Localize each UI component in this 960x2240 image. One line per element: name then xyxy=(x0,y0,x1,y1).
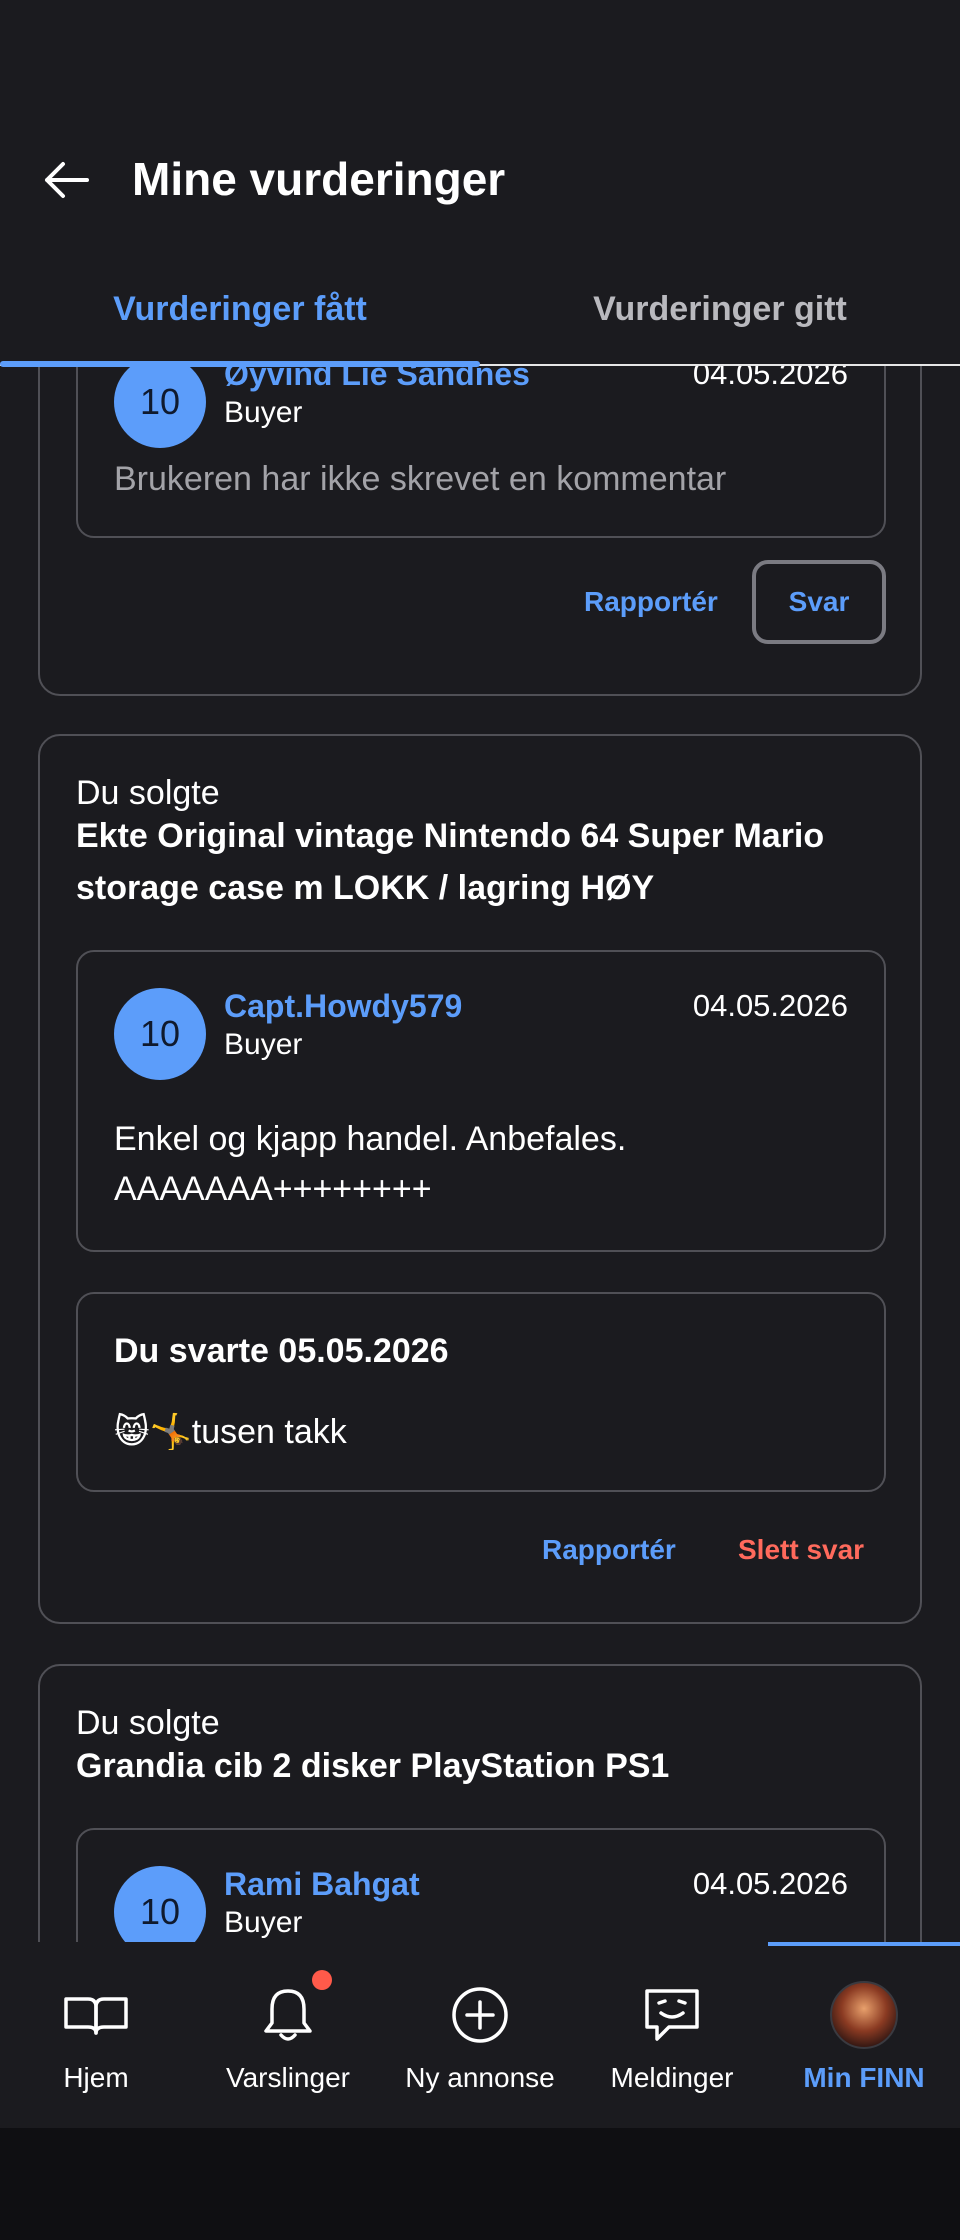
nav-label: Ny annonse xyxy=(405,2062,555,2093)
score-badge: 10 xyxy=(114,366,206,448)
reviewer-name[interactable]: Rami Bahgat xyxy=(224,1866,420,1903)
item-title[interactable]: Ekte Original vintage Nintendo 64 Super … xyxy=(76,810,886,914)
review-comment-line-2: AAAAAAA++++++++ xyxy=(114,1170,432,1208)
delete-reply-button[interactable]: Slett svar xyxy=(738,1534,864,1566)
nav-label: Hjem xyxy=(63,2062,129,2093)
review-card: 10 Øyvind Lie Sandnes Buyer 04.05.2026 B… xyxy=(38,366,922,696)
review-date: 04.05.2026 xyxy=(692,366,848,391)
nav-item-notifications[interactable]: Varslinger xyxy=(192,1942,384,2128)
tab-ratings-given[interactable]: Vurderinger gitt xyxy=(480,290,960,329)
chat-smile-icon xyxy=(637,1980,707,2050)
review-comment: Brukeren har ikke skrevet en kommentar xyxy=(114,460,727,498)
system-navigation-bar xyxy=(0,2128,960,2240)
plus-circle-icon xyxy=(445,1980,515,2050)
review-box: 10 Øyvind Lie Sandnes Buyer 04.05.2026 B… xyxy=(76,366,886,538)
reply-box: Du svarte 05.05.2026 😸🤸tusen takk xyxy=(76,1292,886,1492)
review-box: 10 Capt.Howdy579 Buyer 04.05.2026 Enkel … xyxy=(76,950,886,1252)
avatar xyxy=(830,1981,898,2049)
nav-label: Meldinger xyxy=(610,2062,734,2093)
sold-label: Du solgte xyxy=(76,1704,220,1742)
nav-label: Varslinger xyxy=(226,2062,350,2093)
nav-item-messages[interactable]: Meldinger xyxy=(576,1942,768,2128)
reply-button[interactable]: Svar xyxy=(752,560,886,644)
reviewer-role: Buyer xyxy=(224,1906,303,1939)
score-badge: 10 xyxy=(114,1866,206,1942)
notification-badge xyxy=(312,1970,332,1990)
reviews-list[interactable]: 10 Øyvind Lie Sandnes Buyer 04.05.2026 B… xyxy=(0,366,960,1942)
review-card: Du solgte Grandia cib 2 disker PlayStati… xyxy=(38,1664,922,1942)
tab-bar: Vurderinger fått Vurderinger gitt xyxy=(0,270,960,367)
app-root: Mine vurderinger Vurderinger fått Vurder… xyxy=(0,0,960,2240)
review-card: Du solgte Ekte Original vintage Nintendo… xyxy=(38,734,922,1624)
review-date: 04.05.2026 xyxy=(692,988,848,1023)
arrow-left-icon xyxy=(45,162,89,198)
book-open-icon xyxy=(61,1980,131,2050)
tab-ratings-received[interactable]: Vurderinger fått xyxy=(0,290,480,329)
report-button[interactable]: Rapportér xyxy=(542,1534,676,1566)
nav-label: Min FINN xyxy=(803,2062,925,2093)
profile-avatar xyxy=(829,1980,899,2050)
nav-item-home[interactable]: Hjem xyxy=(0,1942,192,2128)
review-date: 04.05.2026 xyxy=(692,1866,848,1901)
item-title[interactable]: Grandia cib 2 disker PlayStation PS1 xyxy=(76,1740,886,1792)
nav-item-my-finn[interactable]: Min FINN xyxy=(768,1942,960,2128)
reply-heading: Du svarte 05.05.2026 xyxy=(114,1332,449,1370)
back-button[interactable] xyxy=(36,150,96,210)
report-button[interactable]: Rapportér xyxy=(584,586,718,618)
tab-active-indicator xyxy=(0,361,480,367)
reviewer-name[interactable]: Capt.Howdy579 xyxy=(224,988,462,1025)
bell-icon xyxy=(253,1980,323,2050)
reviewer-role: Buyer xyxy=(224,1028,303,1061)
review-box: 10 Rami Bahgat Buyer 04.05.2026 xyxy=(76,1828,886,1942)
reviewer-role: Buyer xyxy=(224,396,303,429)
review-comment-line-1: Enkel og kjapp handel. Anbefales. xyxy=(114,1120,627,1158)
reply-text: 😸🤸tusen takk xyxy=(114,1413,347,1451)
nav-item-new-ad[interactable]: Ny annonse xyxy=(384,1942,576,2128)
reviewer-name[interactable]: Øyvind Lie Sandnes xyxy=(224,366,530,393)
header: Mine vurderinger Vurderinger fått Vurder… xyxy=(0,0,960,367)
sold-label: Du solgte xyxy=(76,774,220,812)
bottom-navigation: Hjem Varslinger Ny annonse Meldinger Min… xyxy=(0,1942,960,2128)
page-title: Mine vurderinger xyxy=(132,153,506,205)
score-badge: 10 xyxy=(114,988,206,1080)
